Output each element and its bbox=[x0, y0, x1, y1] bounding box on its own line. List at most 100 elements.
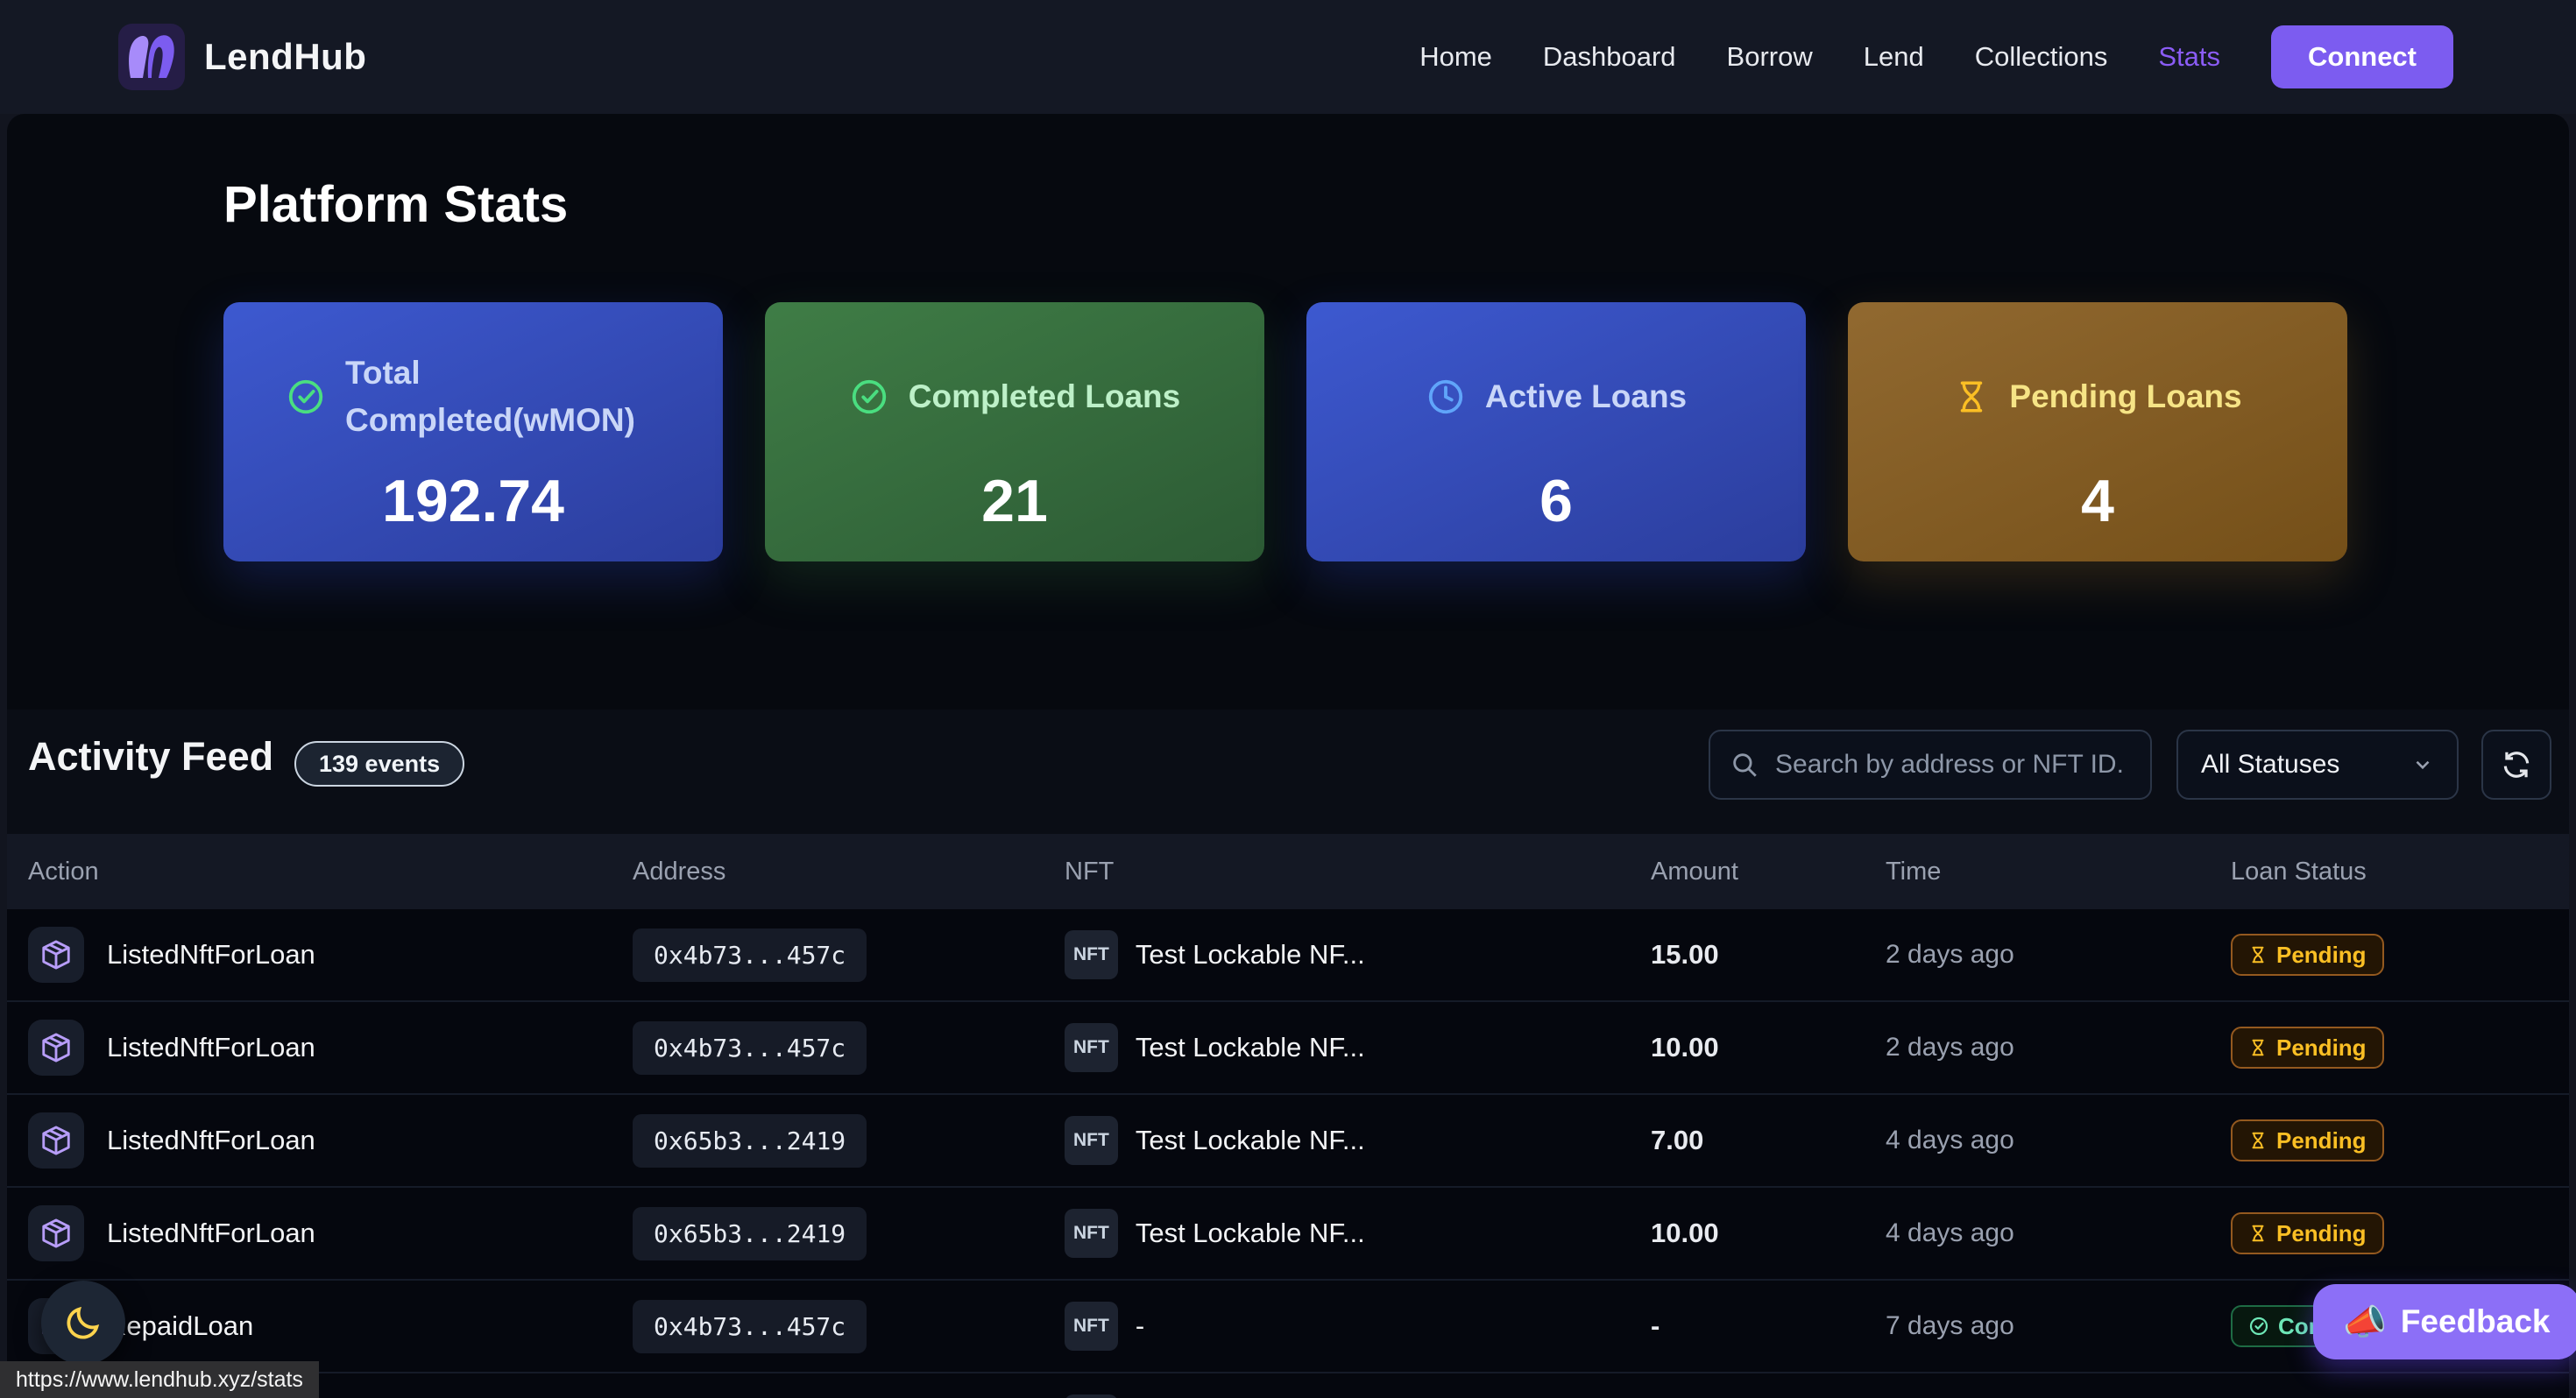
time-cell: 2 days ago bbox=[1886, 1033, 2231, 1063]
package-cube-icon bbox=[28, 1112, 84, 1169]
action-label: RepaidLoan bbox=[107, 1310, 253, 1342]
action-label: ListedNftForLoan bbox=[107, 1218, 315, 1249]
nav-link-home[interactable]: Home bbox=[1419, 41, 1492, 73]
status-filter-value: All Statuses bbox=[2201, 750, 2339, 780]
action-label: ListedNftForLoan bbox=[107, 939, 315, 971]
package-cube-icon bbox=[28, 1020, 84, 1076]
amount-cell: 7.00 bbox=[1651, 1125, 1886, 1156]
stat-card-3: Pending Loans 4 bbox=[1848, 302, 2347, 561]
clock-icon bbox=[1426, 377, 1466, 417]
stat-card-title: Completed Loans bbox=[909, 373, 1180, 420]
nft-cell: NFT Test Lockable NF... bbox=[1065, 1209, 1651, 1258]
stat-card-2: Active Loans 6 bbox=[1306, 302, 1806, 561]
feedback-button[interactable]: 📣 Feedback bbox=[2313, 1284, 2576, 1359]
nav-links: Home Dashboard Borrow Lend Collections Stats C… bbox=[1419, 25, 2453, 88]
time-cell: 4 days ago bbox=[1886, 1126, 2231, 1155]
stat-card-value: 6 bbox=[1341, 467, 1771, 535]
address-cell: 0x65b3...2419 bbox=[633, 1207, 1065, 1260]
moon-icon bbox=[63, 1303, 103, 1343]
amount-cell: - bbox=[1651, 1310, 1886, 1342]
stat-card-value: 4 bbox=[1883, 467, 2312, 535]
package-cube-icon bbox=[28, 1205, 84, 1261]
status-cell: Pending bbox=[2231, 1119, 2569, 1161]
action-label: ListedNftForLoan bbox=[107, 1032, 315, 1063]
connect-wallet-button[interactable]: Connect bbox=[2271, 25, 2453, 88]
status-icon bbox=[2248, 1316, 2269, 1337]
nft-name: Test Lockable NF... bbox=[1136, 939, 1365, 971]
address-chip[interactable]: 0x65b3...2419 bbox=[633, 1207, 867, 1260]
amount-cell: 10.00 bbox=[1651, 1218, 1886, 1249]
status-icon bbox=[2248, 1037, 2268, 1058]
amount-cell: 10.00 bbox=[1651, 1032, 1886, 1063]
status-icon bbox=[2248, 1223, 2268, 1244]
loan-status-badge: Pending bbox=[2231, 934, 2384, 976]
check-circle-icon bbox=[286, 377, 326, 417]
address-cell: 0x4b73...457c bbox=[633, 1021, 1065, 1075]
nav-link-collections[interactable]: Collections bbox=[1975, 41, 2108, 73]
nft-tag: NFT bbox=[1065, 1023, 1118, 1072]
nav-link-borrow[interactable]: Borrow bbox=[1727, 41, 1813, 73]
nft-name: Test Lockable NF... bbox=[1136, 1218, 1365, 1249]
table-row[interactable]: NFT bbox=[7, 1373, 2569, 1398]
table-row[interactable]: ListedNftForLoan 0x4b73...457c NFT Test … bbox=[7, 909, 2569, 1002]
brand[interactable]: LendHub bbox=[118, 24, 366, 90]
table-row[interactable]: ListedNftForLoan 0x4b73...457c NFT Test … bbox=[7, 1002, 2569, 1095]
action-cell: ListedNftForLoan bbox=[28, 1112, 633, 1169]
status-filter-select[interactable]: All Statuses bbox=[2176, 730, 2459, 800]
activity-feed-title: Activity Feed bbox=[28, 734, 273, 780]
nft-cell: NFT Test Lockable NF... bbox=[1065, 930, 1651, 979]
table-row[interactable]: ListedNftForLoan 0x65b3...2419 NFT Test … bbox=[7, 1095, 2569, 1188]
status-cell: Pending bbox=[2231, 1027, 2569, 1069]
status-icon bbox=[2248, 944, 2268, 965]
action-cell: ListedNftForLoan bbox=[28, 927, 633, 983]
stat-cards: Total Completed(wMON) 192.74 Completed L… bbox=[223, 302, 2347, 561]
column-header-nft: NFT bbox=[1065, 858, 1651, 886]
top-nav: LendHub Home Dashboard Borrow Lend Collectio… bbox=[0, 0, 2576, 114]
nft-cell: NFT - bbox=[1065, 1302, 1651, 1351]
address-chip[interactable]: 0x4b73...457c bbox=[633, 1300, 867, 1353]
check-circle-icon bbox=[849, 377, 889, 417]
stat-card-title: Active Loans bbox=[1485, 373, 1687, 420]
table-row[interactable]: RepaidLoan 0x4b73...457c NFT - - 7 days … bbox=[7, 1281, 2569, 1373]
stat-card-0: Total Completed(wMON) 192.74 bbox=[223, 302, 723, 561]
lendhub-logo-icon bbox=[118, 24, 185, 90]
address-chip[interactable]: 0x65b3...2419 bbox=[633, 1114, 867, 1168]
search-input[interactable] bbox=[1775, 750, 2126, 780]
nft-tag: NFT bbox=[1065, 1394, 1118, 1398]
nav-link-lend[interactable]: Lend bbox=[1864, 41, 1924, 73]
address-cell: 0x4b73...457c bbox=[633, 1300, 1065, 1353]
status-icon bbox=[2248, 1130, 2268, 1151]
search-box bbox=[1709, 730, 2152, 800]
loan-status-badge: Pending bbox=[2231, 1027, 2384, 1069]
table-row[interactable]: ListedNftForLoan 0x65b3...2419 NFT Test … bbox=[7, 1188, 2569, 1281]
brand-name: LendHub bbox=[204, 36, 366, 78]
address-chip[interactable]: 0x4b73...457c bbox=[633, 928, 867, 982]
address-cell: 0x4b73...457c bbox=[633, 928, 1065, 982]
address-chip[interactable]: 0x4b73...457c bbox=[633, 1021, 867, 1075]
action-label: ListedNftForLoan bbox=[107, 1125, 315, 1156]
stat-card-value: 21 bbox=[800, 467, 1229, 535]
nft-name: Test Lockable NF... bbox=[1136, 1125, 1365, 1156]
column-header-action: Action bbox=[28, 858, 633, 886]
column-header-address: Address bbox=[633, 858, 1065, 886]
hourglass-icon bbox=[1953, 377, 1990, 417]
refresh-icon bbox=[2500, 748, 2533, 781]
nft-name: Test Lockable NF... bbox=[1136, 1032, 1365, 1063]
refresh-button[interactable] bbox=[2481, 730, 2551, 800]
time-cell: 7 days ago bbox=[1886, 1311, 2231, 1341]
nft-cell: NFT bbox=[1065, 1394, 1651, 1398]
status-cell: Pending bbox=[2231, 1212, 2569, 1254]
table-header-row: ActionAddressNFTAmountTimeLoan Status bbox=[7, 834, 2569, 909]
column-header-loan-status: Loan Status bbox=[2231, 858, 2569, 886]
stat-card-title: Total Completed(wMON) bbox=[345, 350, 661, 443]
nav-link-stats[interactable]: Stats bbox=[2158, 41, 2220, 73]
time-cell: 2 days ago bbox=[1886, 940, 2231, 970]
dark-mode-toggle[interactable] bbox=[41, 1281, 125, 1365]
table-header: ActionAddressNFTAmountTimeLoan Status bbox=[7, 834, 2569, 909]
nav-link-dashboard[interactable]: Dashboard bbox=[1543, 41, 1676, 73]
stat-card-title: Pending Loans bbox=[2009, 373, 2241, 420]
stat-card-1: Completed Loans 21 bbox=[765, 302, 1264, 561]
package-cube-icon bbox=[28, 927, 84, 983]
loan-status-badge: Pending bbox=[2231, 1119, 2384, 1161]
action-cell: ListedNftForLoan bbox=[28, 1205, 633, 1261]
